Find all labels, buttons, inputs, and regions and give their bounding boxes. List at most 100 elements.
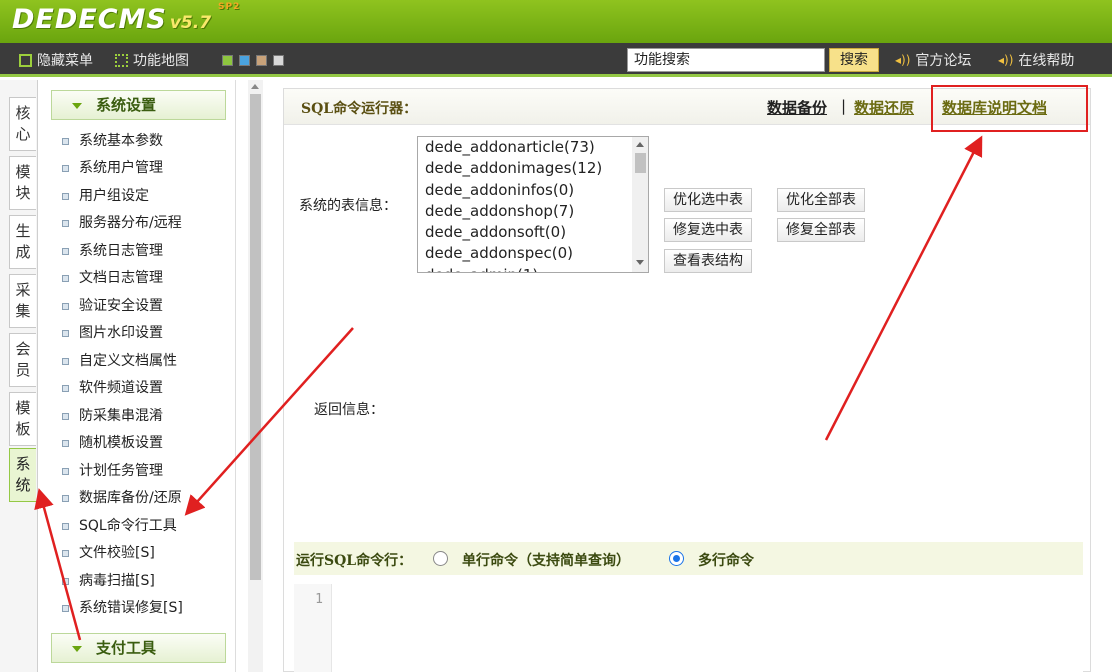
tab-template[interactable]: 模板 <box>9 392 36 446</box>
menu-group-title: 系统设置 <box>96 96 157 114</box>
bullet-icon <box>62 578 69 585</box>
bullet-icon <box>62 605 69 612</box>
menu-item-sql-tool[interactable]: SQL命令行工具 <box>62 515 177 537</box>
function-search-input[interactable]: 功能搜索 <box>627 48 825 72</box>
table-info-label: 系统的表信息： <box>299 198 397 214</box>
menu-item[interactable]: 计划任务管理 <box>62 460 163 482</box>
optimize-selected-button[interactable]: 优化选中表 <box>664 188 752 212</box>
menu-item[interactable]: 软件频道设置 <box>62 377 163 399</box>
menu-item[interactable]: 系统错误修复[S] <box>62 597 183 619</box>
single-command-label[interactable]: 单行命令（支持简单查询） <box>462 550 630 570</box>
repair-selected-button[interactable]: 修复选中表 <box>664 218 752 242</box>
theme-blue-swatch[interactable] <box>239 55 250 66</box>
bullet-icon <box>62 330 69 337</box>
menu-item[interactable]: 数据库备份/还原 <box>62 487 182 509</box>
restore-link[interactable]: 数据还原 <box>854 97 914 118</box>
logo-sp-badge: SP2 <box>218 2 241 12</box>
menu-item-label: 文档日志管理 <box>79 270 163 286</box>
tab-member[interactable]: 会员 <box>9 333 36 387</box>
menu-item[interactable]: 用户组设定 <box>62 185 149 207</box>
editor-gutter: 1 <box>294 584 332 672</box>
scroll-up-arrow-icon[interactable] <box>636 142 644 147</box>
repair-all-button[interactable]: 修复全部表 <box>777 218 865 242</box>
multi-command-label[interactable]: 多行命令 <box>698 550 754 570</box>
sql-editor[interactable]: 1 <box>294 584 1083 672</box>
menu-item-label: 计划任务管理 <box>79 463 163 479</box>
dedecms-logo: DEDECMS v5.7 SP2 <box>12 2 239 35</box>
table-list-item[interactable]: dede_addonarticle(73) <box>418 137 648 158</box>
function-map-button[interactable]: 功能地图 <box>115 50 189 70</box>
table-list-item[interactable]: dede_addonsoft(0) <box>418 222 648 243</box>
menu-item[interactable]: 文档日志管理 <box>62 267 163 289</box>
scroll-up-arrow-icon[interactable] <box>251 84 259 89</box>
menu-item[interactable]: 验证安全设置 <box>62 295 163 317</box>
bullet-icon <box>62 550 69 557</box>
forum-label: 官方论坛 <box>915 53 972 69</box>
menu-item-label: 图片水印设置 <box>79 325 163 341</box>
menu-item-label: 系统错误修复[S] <box>79 600 183 616</box>
grid-icon <box>115 53 128 67</box>
menu-item[interactable]: 随机模板设置 <box>62 432 163 454</box>
hide-menu-icon <box>19 53 32 67</box>
bullet-icon <box>62 165 69 172</box>
bullet-icon <box>62 138 69 145</box>
menu-item-label: 数据库备份/还原 <box>79 490 182 506</box>
table-list-item[interactable]: dede_addonspec(0) <box>418 243 648 264</box>
menu-item-label: 随机模板设置 <box>79 435 163 451</box>
backup-link[interactable]: 数据备份 <box>767 97 827 118</box>
collapse-triangle-icon <box>72 646 82 652</box>
view-structure-button[interactable]: 查看表结构 <box>664 249 752 273</box>
bullet-icon <box>62 440 69 447</box>
tab-generate[interactable]: 生成 <box>9 215 36 269</box>
return-info-label: 返回信息： <box>314 402 384 418</box>
menu-group-payment-tools[interactable]: 支付工具 <box>51 633 226 663</box>
bullet-icon <box>62 413 69 420</box>
scrollbar-thumb[interactable] <box>635 153 646 173</box>
menu-item[interactable]: 服务器分布/远程 <box>62 212 182 234</box>
table-list-item[interactable]: dede_admin(1) <box>418 265 648 272</box>
table-list-box[interactable]: dede_addonarticle(73) dede_addonimages(1… <box>417 136 649 273</box>
hide-menu-label: 隐藏菜单 <box>37 53 93 69</box>
optimize-all-button[interactable]: 优化全部表 <box>777 188 865 212</box>
menu-item-label: 软件频道设置 <box>79 380 163 396</box>
help-link[interactable]: ◂)) 在线帮助 <box>998 50 1074 70</box>
search-button[interactable]: 搜索 <box>829 48 879 72</box>
tab-module[interactable]: 模块 <box>9 156 36 210</box>
scrollbar-thumb[interactable] <box>250 94 261 580</box>
menu-item[interactable]: 病毒扫描[S] <box>62 570 155 592</box>
single-command-radio[interactable] <box>433 551 448 566</box>
speaker-icon: ◂)) <box>998 53 1014 67</box>
bullet-icon <box>62 495 69 502</box>
line-number: 1 <box>315 592 323 607</box>
menu-item[interactable]: 防采集串混淆 <box>62 405 163 427</box>
table-list-item[interactable]: dede_addonshop(7) <box>418 201 648 222</box>
menu-item[interactable]: 系统日志管理 <box>62 240 163 262</box>
table-list-item[interactable]: dede_addoninfos(0) <box>418 180 648 201</box>
bullet-icon <box>62 468 69 475</box>
menu-item[interactable]: 系统用户管理 <box>62 157 163 179</box>
hide-menu-button[interactable]: 隐藏菜单 <box>19 50 93 70</box>
menu-item[interactable]: 自定义文档属性 <box>62 350 177 372</box>
theme-green-swatch[interactable] <box>222 55 233 66</box>
tab-system[interactable]: 系统 <box>9 448 36 502</box>
theme-brown-swatch[interactable] <box>256 55 267 66</box>
bullet-icon <box>62 523 69 530</box>
menu-item-label: 系统基本参数 <box>79 133 163 149</box>
menu-item[interactable]: 系统基本参数 <box>62 130 163 152</box>
tab-core[interactable]: 核心 <box>9 97 36 151</box>
multi-command-radio[interactable] <box>669 551 684 566</box>
vertical-tab-bar: 核心 模块 生成 采集 会员 模板 系统 <box>0 80 38 672</box>
tab-collect[interactable]: 采集 <box>9 274 36 328</box>
table-list-scrollbar[interactable] <box>632 137 648 272</box>
menu-group-system-settings[interactable]: 系统设置 <box>51 90 226 120</box>
forum-link[interactable]: ◂)) 官方论坛 <box>895 50 971 70</box>
bullet-icon <box>62 358 69 365</box>
help-label: 在线帮助 <box>1018 53 1075 69</box>
table-list-item[interactable]: dede_addonimages(12) <box>418 158 648 179</box>
menu-scrollbar[interactable] <box>248 80 263 672</box>
menu-item[interactable]: 文件校验[S] <box>62 542 155 564</box>
bullet-icon <box>62 303 69 310</box>
menu-item[interactable]: 图片水印设置 <box>62 322 163 344</box>
theme-gray-swatch[interactable] <box>273 55 284 66</box>
scroll-down-arrow-icon[interactable] <box>636 260 644 265</box>
